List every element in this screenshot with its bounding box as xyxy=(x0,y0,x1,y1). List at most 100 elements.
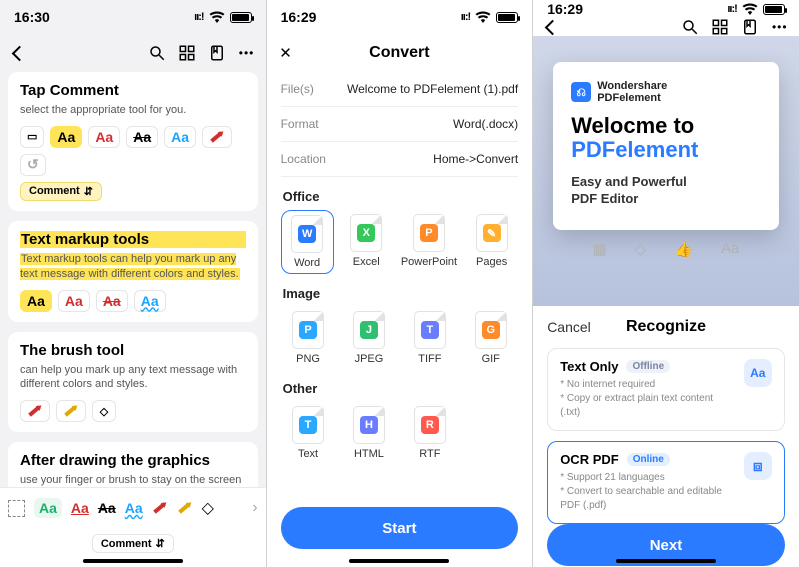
pen-tool[interactable] xyxy=(152,500,168,516)
battery-icon xyxy=(496,12,518,23)
bookmark-icon[interactable] xyxy=(208,44,226,62)
more-tools[interactable]: › xyxy=(252,499,257,517)
card-title: The brush tool xyxy=(20,342,246,359)
brand-row: ⎌ Wondershare PDFelement xyxy=(571,80,761,104)
tool-strike: Aa xyxy=(126,126,158,148)
grid-icon[interactable] xyxy=(178,44,196,62)
hl-strike: Aa xyxy=(96,290,128,312)
back-button[interactable] xyxy=(543,18,561,36)
aa-wavy[interactable]: Aa xyxy=(125,500,143,516)
format-powerpoint[interactable]: PPowerPoint xyxy=(399,210,459,274)
battery-icon xyxy=(763,4,785,15)
cellular-icon: ıı:! xyxy=(461,11,470,23)
back-button[interactable] xyxy=(10,44,28,62)
online-badge: Online xyxy=(627,453,670,466)
text-only-icon: Aa xyxy=(744,359,772,387)
option-ocr-pdf[interactable]: OCR PDF Online Support 21 languages Conv… xyxy=(547,441,785,524)
brand-logo-icon: ⎌ xyxy=(571,82,591,102)
row-format[interactable]: Format Word(.docx) xyxy=(281,107,519,142)
tool-blue: Aa xyxy=(164,126,196,148)
format-word[interactable]: WWord xyxy=(281,210,334,274)
status-bar: 16:29 ıı:! xyxy=(533,0,799,18)
section-office: Office xyxy=(283,189,519,204)
doc-title: Welocme to PDFelement xyxy=(571,114,761,162)
home-indicator xyxy=(83,559,183,563)
mode-selector[interactable]: Comment xyxy=(92,534,174,553)
card-desc: use your finger or brush to stay on the … xyxy=(20,473,246,487)
brush-marker xyxy=(56,400,86,422)
card-desc: Text markup tools can help you mark up a… xyxy=(20,252,246,282)
nav-bar xyxy=(0,34,266,72)
home-indicator xyxy=(616,559,716,563)
brush-pen xyxy=(20,400,50,422)
sheet-header: Cancel Recognize xyxy=(533,306,799,348)
mini-image-icon[interactable]: ▦ xyxy=(593,240,607,258)
mini-text-icon[interactable]: Aa xyxy=(721,240,739,258)
eraser-tool[interactable]: ◇ xyxy=(202,498,214,518)
doc-subtitle: Easy and Powerful PDF Editor xyxy=(571,174,761,208)
grid-icon[interactable] xyxy=(711,18,729,36)
aa-strike[interactable]: Aa xyxy=(98,500,116,516)
row-location[interactable]: Location Home->Convert xyxy=(281,142,519,177)
cellular-icon: ıı:! xyxy=(194,11,203,23)
format-html[interactable]: HHTML xyxy=(341,402,396,464)
recognize-sheet: Cancel Recognize Text Only Offline No in… xyxy=(533,306,799,567)
tool-rect: ▭ xyxy=(20,126,44,148)
tool-row: ▭ Aa Aa Aa Aa xyxy=(20,126,246,176)
row-files[interactable]: File(s) Welcome to PDFelement (1).pdf xyxy=(281,72,519,107)
home-indicator xyxy=(349,559,449,563)
search-icon[interactable] xyxy=(681,18,699,36)
card-tap-comment: Tap Comment select the appropriate tool … xyxy=(8,72,258,211)
mini-toolbar: ▦ ◇ 👍 Aa xyxy=(553,240,779,258)
editor-content: Tap Comment select the appropriate tool … xyxy=(0,72,266,487)
format-tiff[interactable]: TTIFF xyxy=(402,307,457,369)
format-text[interactable]: TText xyxy=(281,402,336,464)
bookmark-icon[interactable] xyxy=(741,18,759,36)
format-pages[interactable]: ✎Pages xyxy=(465,210,518,274)
document-card: ⎌ Wondershare PDFelement Welocme to PDFe… xyxy=(553,62,779,230)
card-graphics: After drawing the graphics use your fing… xyxy=(8,442,258,487)
start-button[interactable]: Start xyxy=(281,507,519,549)
close-button[interactable] xyxy=(277,44,295,62)
aa-active[interactable]: Aa xyxy=(34,498,62,518)
card-brush: The brush tool can help you mark up any … xyxy=(8,332,258,433)
wifi-icon xyxy=(741,0,759,18)
format-jpeg[interactable]: JJPEG xyxy=(341,307,396,369)
sheet-title: Recognize xyxy=(626,318,706,336)
format-rtf[interactable]: RRTF xyxy=(402,402,457,464)
tool-undo xyxy=(20,154,46,176)
page-title: Convert xyxy=(369,44,429,62)
cancel-button[interactable]: Cancel xyxy=(547,319,591,335)
marker-tool[interactable] xyxy=(177,500,193,516)
card-title: Tap Comment xyxy=(20,82,246,99)
phone-convert: 16:29 ıı:! Convert File(s) Welcome to PD… xyxy=(267,0,534,567)
nav-bar: Convert xyxy=(267,34,533,72)
card-title: Text markup tools xyxy=(20,231,246,248)
phone-recognize: 16:29 ıı:! ⎌ Wondershare PDFelement xyxy=(533,0,800,567)
ocr-icon: ⧈ xyxy=(744,452,772,480)
nav-bar xyxy=(533,18,799,36)
status-bar: 16:30 ıı:! xyxy=(0,0,266,34)
more-icon[interactable] xyxy=(771,18,789,36)
more-icon[interactable] xyxy=(238,44,256,62)
mini-eraser-icon[interactable]: ◇ xyxy=(635,240,647,258)
card-desc: select the appropriate tool for you. xyxy=(20,103,246,118)
tool-red: Aa xyxy=(88,126,120,148)
format-png[interactable]: PPNG xyxy=(281,307,336,369)
option-text-only[interactable]: Text Only Offline No internet required C… xyxy=(547,348,785,431)
grid-other: TTextHHTMLRRTF xyxy=(281,402,519,464)
hl-wavy: Aa xyxy=(134,290,166,312)
clock: 16:30 xyxy=(14,9,50,25)
document-preview: ⎌ Wondershare PDFelement Welocme to PDFe… xyxy=(533,36,799,306)
search-icon[interactable] xyxy=(148,44,166,62)
comment-pill: Comment xyxy=(20,182,102,201)
battery-icon xyxy=(230,12,252,23)
select-tool[interactable] xyxy=(8,500,25,517)
format-gif[interactable]: GGIF xyxy=(463,307,518,369)
convert-form: File(s) Welcome to PDFelement (1).pdf Fo… xyxy=(267,72,533,464)
mini-thumbs-icon[interactable]: 👍 xyxy=(674,240,693,258)
hl-red: Aa xyxy=(58,290,90,312)
aa-red-underline[interactable]: Aa xyxy=(71,500,89,516)
tool-highlight-yellow: Aa xyxy=(50,126,82,148)
format-excel[interactable]: XExcel xyxy=(340,210,393,274)
